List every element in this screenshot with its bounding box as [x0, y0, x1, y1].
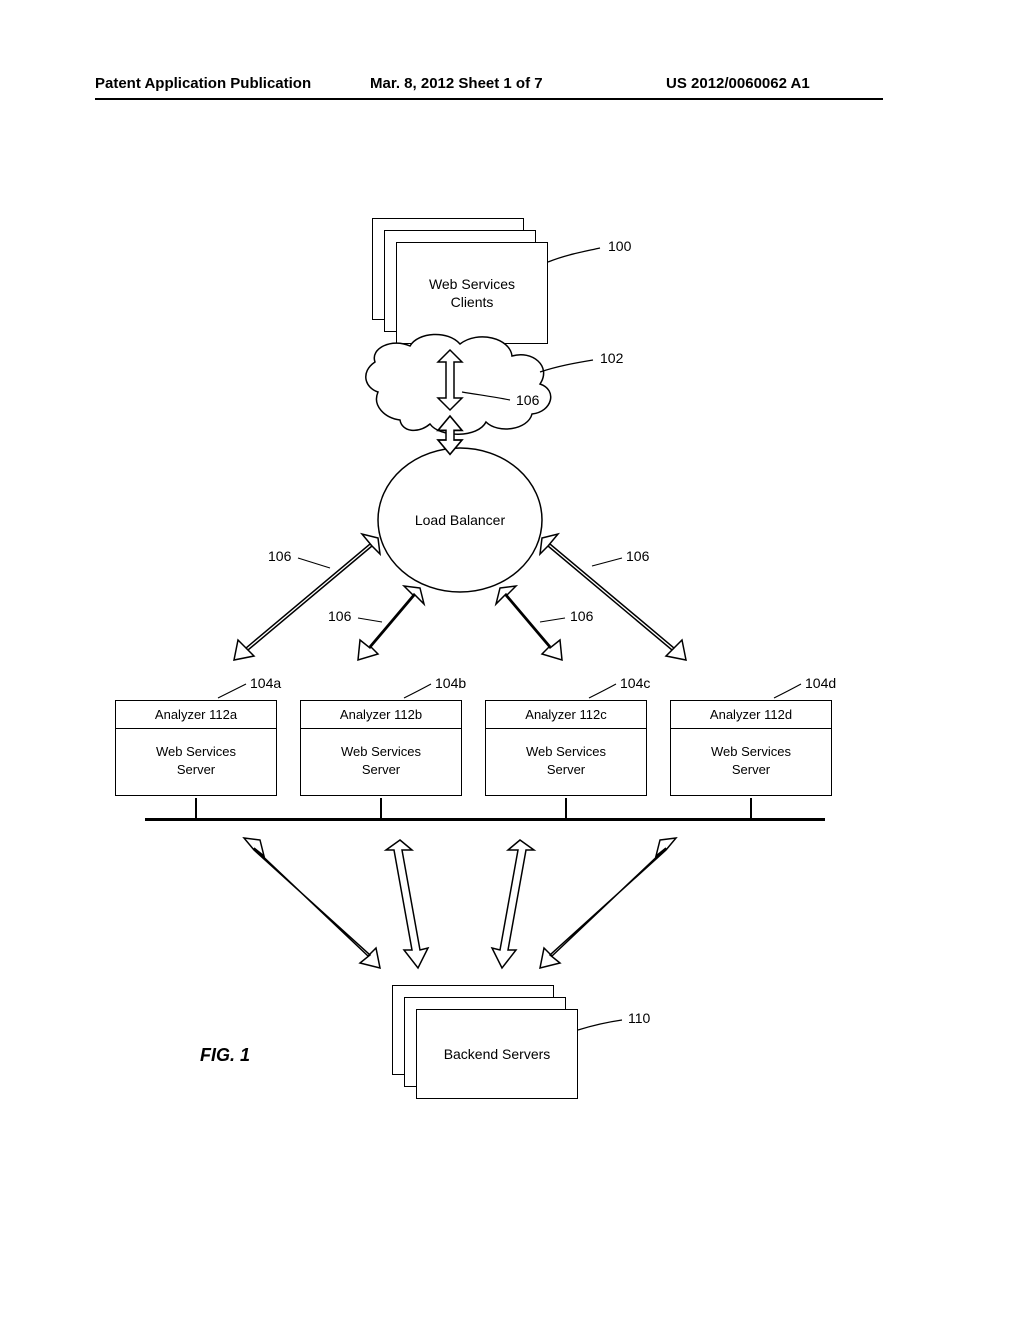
figure-caption: FIG. 1: [200, 1045, 250, 1066]
ref-110: 110: [628, 1010, 650, 1026]
leader-110-line: [0, 0, 1024, 1320]
